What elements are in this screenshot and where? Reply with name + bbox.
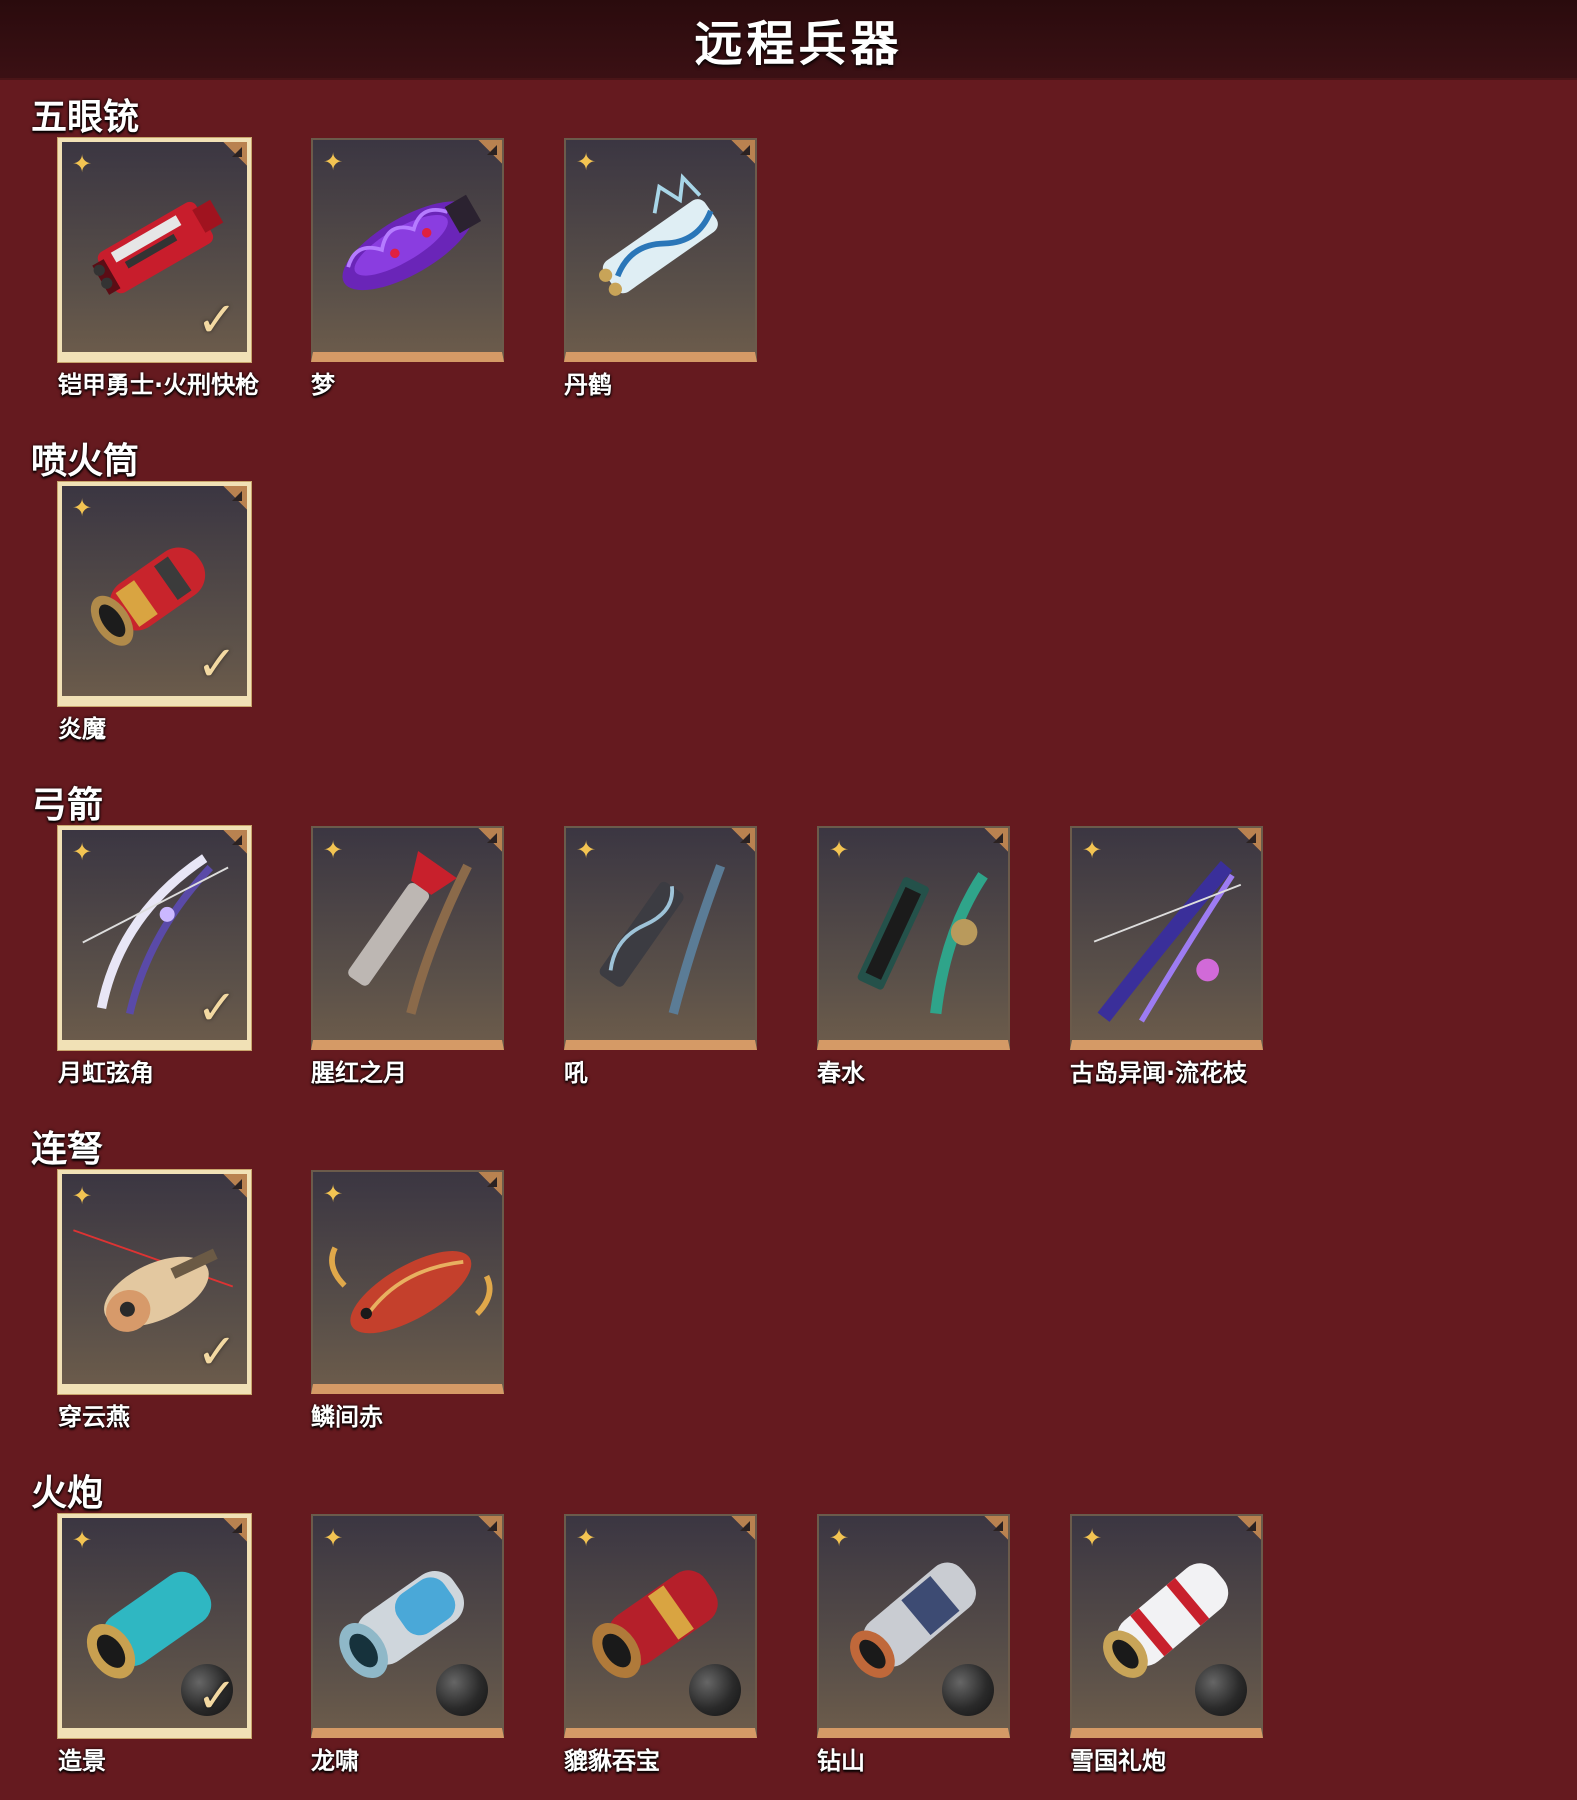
weapon-name: 古岛异闻·流花枝 xyxy=(1070,1059,1248,1087)
section-title-wuyanchong: 五眼铳 xyxy=(31,97,140,138)
star-emblem-icon: ✦ xyxy=(1082,836,1103,864)
weapon-card[interactable]: ✦ ✓ 穿云燕 xyxy=(58,1170,312,1431)
weapon-thumbnail[interactable]: ✦ ✓ xyxy=(58,482,251,706)
cannonball-icon xyxy=(689,1664,741,1716)
weapon-name: 腥红之月 xyxy=(311,1059,407,1087)
weapon-card[interactable]: ✦ 腥红之月 xyxy=(311,826,565,1087)
checkmark-icon: ✓ xyxy=(196,1668,237,1724)
corner-tag-icon xyxy=(982,1516,1008,1542)
weapon-thumbnail[interactable]: ✦ xyxy=(817,826,1010,1050)
weapon-card[interactable]: ✦ ✓ 铠甲勇士·火刑快枪 xyxy=(58,138,312,399)
corner-tag-icon xyxy=(1235,828,1261,854)
weapon-name: 雪国礼炮 xyxy=(1070,1747,1166,1775)
star-emblem-icon: ✦ xyxy=(576,1524,597,1552)
star-emblem-icon: ✦ xyxy=(72,838,93,866)
checkmark-icon: ✓ xyxy=(196,1324,237,1380)
cannonball-icon xyxy=(436,1664,488,1716)
weapon-collection-page: 远程兵器 五眼铳 ✦ ✓ 铠甲勇士·火刑快枪 ✦ 梦 ✦ 丹鹤 喷火筒 ✦ ✓ … xyxy=(0,0,1577,1800)
header-bar: 远程兵器 xyxy=(0,0,1577,80)
weapon-card[interactable]: ✦ 鳞间赤 xyxy=(311,1170,565,1431)
corner-tag-icon xyxy=(221,1174,247,1200)
star-emblem-icon: ✦ xyxy=(72,1182,93,1210)
section-title-huopao: 火炮 xyxy=(31,1473,104,1514)
corner-tag-icon xyxy=(476,1516,502,1542)
corner-tag-icon xyxy=(729,828,755,854)
weapon-thumbnail[interactable]: ✦ xyxy=(564,1514,757,1738)
weapon-card[interactable]: ✦ 吼 xyxy=(564,826,818,1087)
weapon-name: 钻山 xyxy=(817,1747,865,1775)
weapon-name: 吼 xyxy=(564,1059,588,1087)
star-emblem-icon: ✦ xyxy=(323,836,344,864)
weapon-thumbnail[interactable]: ✦ xyxy=(564,826,757,1050)
weapon-name: 鳞间赤 xyxy=(311,1403,383,1431)
star-emblem-icon: ✦ xyxy=(1082,1524,1103,1552)
corner-tag-icon xyxy=(476,828,502,854)
weapon-thumbnail[interactable]: ✦ xyxy=(817,1514,1010,1738)
star-emblem-icon: ✦ xyxy=(576,836,597,864)
weapon-name: 貔貅吞宝 xyxy=(564,1747,660,1775)
star-emblem-icon: ✦ xyxy=(323,1524,344,1552)
star-emblem-icon: ✦ xyxy=(829,1524,850,1552)
weapon-thumbnail[interactable]: ✦ xyxy=(1070,826,1263,1050)
corner-tag-icon xyxy=(221,1518,247,1544)
weapon-thumbnail[interactable]: ✦ xyxy=(311,1514,504,1738)
weapon-card[interactable]: ✦ ✓ 月虹弦角 xyxy=(58,826,312,1087)
weapon-card[interactable]: ✦ 龙啸 xyxy=(311,1514,565,1775)
cannonball-icon xyxy=(942,1664,994,1716)
corner-tag-icon xyxy=(982,828,1008,854)
corner-tag-icon xyxy=(221,486,247,512)
weapon-name: 梦 xyxy=(311,371,335,399)
corner-tag-icon xyxy=(1235,1516,1261,1542)
weapon-thumbnail[interactable]: ✦ ✓ xyxy=(58,826,251,1050)
weapon-thumbnail[interactable]: ✦ ✓ xyxy=(58,1170,251,1394)
star-emblem-icon: ✦ xyxy=(72,494,93,522)
weapon-thumbnail[interactable]: ✦ xyxy=(311,138,504,362)
star-emblem-icon: ✦ xyxy=(72,150,93,178)
corner-tag-icon xyxy=(729,1516,755,1542)
section-title-gongjian: 弓箭 xyxy=(31,785,104,826)
weapon-card[interactable]: ✦ 丹鹤 xyxy=(564,138,818,399)
weapon-thumbnail[interactable]: ✦ xyxy=(311,826,504,1050)
weapon-thumbnail[interactable]: ✦ ✓ xyxy=(58,1514,251,1738)
weapon-card[interactable]: ✦ 钻山 xyxy=(817,1514,1071,1775)
weapon-card[interactable]: ✦ ✓ 造景 xyxy=(58,1514,312,1775)
weapon-thumbnail[interactable]: ✦ ✓ xyxy=(58,138,251,362)
corner-tag-icon xyxy=(476,140,502,166)
weapon-card[interactable]: ✦ 古岛异闻·流花枝 xyxy=(1070,826,1324,1087)
star-emblem-icon: ✦ xyxy=(323,1180,344,1208)
weapon-name: 炎魔 xyxy=(58,715,106,743)
weapon-name: 铠甲勇士·火刑快枪 xyxy=(58,371,260,399)
star-emblem-icon: ✦ xyxy=(72,1526,93,1554)
weapon-card[interactable]: ✦ 梦 xyxy=(311,138,565,399)
weapon-card[interactable]: ✦ 春水 xyxy=(817,826,1071,1087)
checkmark-icon: ✓ xyxy=(196,292,237,348)
star-emblem-icon: ✦ xyxy=(576,148,597,176)
weapon-card[interactable]: ✦ 貔貅吞宝 xyxy=(564,1514,818,1775)
weapon-name: 月虹弦角 xyxy=(58,1059,154,1087)
cannonball-icon xyxy=(1195,1664,1247,1716)
weapon-name: 丹鹤 xyxy=(564,371,612,399)
corner-tag-icon xyxy=(476,1172,502,1198)
corner-tag-icon xyxy=(729,140,755,166)
weapon-thumbnail[interactable]: ✦ xyxy=(564,138,757,362)
weapon-name: 穿云燕 xyxy=(58,1403,130,1431)
corner-tag-icon xyxy=(221,830,247,856)
page-title: 远程兵器 xyxy=(694,16,903,72)
section-title-penhuotong: 喷火筒 xyxy=(31,441,140,482)
section-title-liannu: 连弩 xyxy=(31,1129,104,1170)
checkmark-icon: ✓ xyxy=(196,980,237,1036)
weapon-name: 春水 xyxy=(817,1059,865,1087)
weapon-thumbnail[interactable]: ✦ xyxy=(311,1170,504,1394)
checkmark-icon: ✓ xyxy=(196,636,237,692)
weapon-card[interactable]: ✦ 雪国礼炮 xyxy=(1070,1514,1324,1775)
weapon-name: 龙啸 xyxy=(311,1747,359,1775)
weapon-name: 造景 xyxy=(58,1747,106,1775)
corner-tag-icon xyxy=(221,142,247,168)
star-emblem-icon: ✦ xyxy=(829,836,850,864)
star-emblem-icon: ✦ xyxy=(323,148,344,176)
weapon-thumbnail[interactable]: ✦ xyxy=(1070,1514,1263,1738)
weapon-card[interactable]: ✦ ✓ 炎魔 xyxy=(58,482,312,743)
